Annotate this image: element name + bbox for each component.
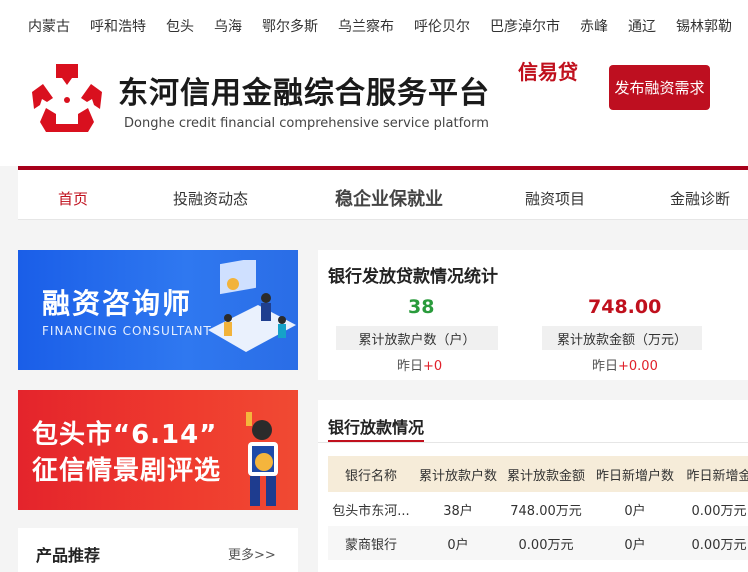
brand-tag: 信易贷 [518, 60, 578, 84]
banner-line2: 征信情景剧评选 [32, 456, 222, 486]
city-link[interactable]: 巴彦淖尔市 [490, 16, 560, 36]
table-row[interactable]: 蒙商银行 0户 0.00万元 0户 0.00万元 [328, 526, 748, 560]
city-link[interactable]: 内蒙古 [28, 16, 70, 36]
bank-name-cell: 蒙商银行 [328, 526, 414, 560]
product-section: 产品推荐 更多>> [18, 528, 298, 572]
site-subtitle: Donghe credit financial comprehensive se… [124, 116, 489, 131]
stats-title: 银行发放贷款情况统计 [328, 267, 498, 287]
nav-item-stabilize[interactable]: 稳企业保就业 [335, 185, 443, 211]
table-row[interactable]: 包头市东河... 38户 748.00万元 0户 0.00万元 [328, 492, 748, 526]
product-more-link[interactable]: 更多>> [228, 544, 276, 563]
city-link[interactable]: 通辽 [628, 16, 656, 36]
publish-financing-button[interactable]: 发布融资需求 [609, 65, 710, 110]
banner-line1: 包头市“6.14” [32, 420, 218, 450]
credit-drama-banner[interactable]: 包头市“6.14” 征信情景剧评选 [18, 390, 298, 510]
column-header: 昨日新增金 [680, 456, 748, 492]
city-link[interactable]: 鄂尔多斯 [262, 16, 318, 36]
loan-stats-panel: 银行发放贷款情况统计 [318, 250, 748, 380]
amount-cell: 748.00万元 [502, 492, 590, 526]
nav-item-news[interactable]: 投融资动态 [173, 188, 248, 209]
title-underline [328, 440, 424, 442]
new-households-cell: 0户 [590, 492, 680, 526]
nav-item-projects[interactable]: 融资项目 [525, 188, 585, 209]
city-link[interactable]: 呼和浩特 [90, 16, 146, 36]
amount-value: 748.00 [588, 296, 662, 318]
title-separator [318, 442, 748, 443]
amount-cell: 0.00万元 [502, 526, 590, 560]
column-header: 累计放款户数 [414, 456, 502, 492]
column-header: 昨日新增户数 [590, 456, 680, 492]
amount-yesterday: 昨日+0.00 [592, 359, 658, 374]
banner-title: 融资咨询师 [42, 287, 193, 320]
city-link[interactable]: 赤峰 [580, 16, 608, 36]
amount-label: 累计放款金额（万元） [542, 326, 702, 350]
column-header: 银行名称 [328, 456, 414, 492]
households-cell: 38户 [414, 492, 502, 526]
loan-table-title: 银行放款情况 [328, 418, 425, 437]
city-link[interactable]: 呼伦贝尔 [414, 16, 470, 36]
city-link[interactable]: 包头 [166, 16, 194, 36]
city-link[interactable]: 乌海 [214, 16, 242, 36]
site-title: 东河信用金融综合服务平台 [118, 76, 490, 111]
new-amount-cell: 0.00万元 [680, 492, 748, 526]
city-link[interactable]: 乌兰察布 [338, 16, 394, 36]
households-yesterday: 昨日+0 [397, 359, 443, 374]
new-amount-cell: 0.00万元 [680, 526, 748, 560]
column-header: 累计放款金额 [502, 456, 590, 492]
main-nav: 首页 投融资动态 稳企业保就业 融资项目 金融诊断 [18, 170, 748, 220]
households-label: 累计放款户数（户） [336, 326, 498, 350]
bank-logo-icon[interactable] [26, 62, 108, 134]
meeting-illustration-icon [208, 260, 296, 352]
nav-item-home[interactable]: 首页 [58, 188, 88, 209]
loan-table: 银行名称 累计放款户数 累计放款金额 昨日新增户数 昨日新增金 包头市东河...… [328, 456, 748, 560]
consultant-banner[interactable]: 融资咨询师 FINANCING CONSULTANT [18, 250, 298, 370]
households-cell: 0户 [414, 526, 502, 560]
households-value: 38 [408, 296, 435, 318]
table-header-row: 银行名称 累计放款户数 累计放款金额 昨日新增户数 昨日新增金 [328, 456, 748, 492]
product-title: 产品推荐 [36, 546, 101, 565]
person-megaphone-icon [246, 412, 278, 506]
banner-subtitle: FINANCING CONSULTANT [42, 324, 212, 338]
new-households-cell: 0户 [590, 526, 680, 560]
city-link[interactable]: 锡林郭勒 [676, 16, 732, 36]
nav-item-diagnosis[interactable]: 金融诊断 [670, 188, 730, 209]
bank-name-cell: 包头市东河... [328, 492, 414, 526]
bank-loan-panel: 银行放款情况 银行名称 累计放款户数 累计放款金额 昨日新增户数 昨日新增金 包… [318, 400, 748, 572]
city-bar: 内蒙古 呼和浩特 包头 乌海 鄂尔多斯 乌兰察布 呼伦贝尔 巴彦淖尔市 赤峰 通… [0, 0, 748, 50]
